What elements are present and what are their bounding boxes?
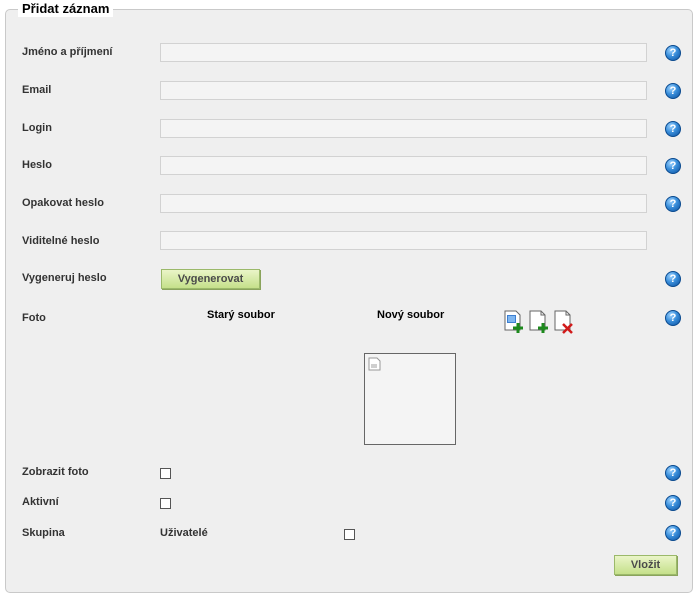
help-icon[interactable]: ? bbox=[665, 83, 681, 99]
help-icon[interactable]: ? bbox=[665, 196, 681, 212]
email-label: Email bbox=[22, 84, 52, 96]
active-checkbox[interactable] bbox=[160, 498, 171, 509]
generate-password-label: Vygeneruj heslo bbox=[22, 272, 107, 284]
show-photo-label: Zobrazit foto bbox=[22, 466, 89, 478]
panel-title: Přidat záznam bbox=[18, 1, 114, 17]
delete-file-icon[interactable] bbox=[554, 310, 574, 334]
broken-image-icon bbox=[368, 357, 381, 371]
new-file-heading: Nový soubor bbox=[377, 309, 445, 321]
password-label: Heslo bbox=[22, 159, 52, 171]
add-file-icon[interactable] bbox=[529, 310, 549, 334]
active-label: Aktivní bbox=[22, 496, 59, 508]
password-input[interactable] bbox=[160, 156, 647, 175]
submit-button[interactable]: Vložit bbox=[614, 555, 677, 575]
add-image-file-icon[interactable] bbox=[504, 310, 524, 334]
generate-button[interactable]: Vygenerovat bbox=[161, 269, 260, 289]
help-icon[interactable]: ? bbox=[665, 495, 681, 511]
help-icon[interactable]: ? bbox=[665, 271, 681, 287]
visible-password-label: Viditelné heslo bbox=[22, 235, 100, 247]
login-input[interactable] bbox=[160, 119, 647, 138]
email-input[interactable] bbox=[160, 81, 647, 100]
password-repeat-input[interactable] bbox=[160, 194, 647, 213]
show-photo-checkbox[interactable] bbox=[160, 468, 171, 479]
name-input[interactable] bbox=[160, 43, 647, 62]
help-icon[interactable]: ? bbox=[665, 465, 681, 481]
old-file-heading: Starý soubor bbox=[207, 309, 275, 321]
help-icon[interactable]: ? bbox=[665, 525, 681, 541]
help-icon[interactable]: ? bbox=[665, 158, 681, 174]
group-option-label: Uživatelé bbox=[160, 527, 208, 539]
help-icon[interactable]: ? bbox=[665, 121, 681, 137]
photo-label: Foto bbox=[22, 312, 46, 324]
password-repeat-label: Opakovat heslo bbox=[22, 197, 104, 209]
name-label: Jméno a příjmení bbox=[22, 46, 113, 58]
group-users-checkbox[interactable] bbox=[344, 529, 355, 540]
group-label: Skupina bbox=[22, 527, 65, 539]
help-icon[interactable]: ? bbox=[665, 45, 681, 61]
login-label: Login bbox=[22, 122, 52, 134]
help-icon[interactable]: ? bbox=[665, 310, 681, 326]
visible-password-input[interactable] bbox=[160, 231, 647, 250]
